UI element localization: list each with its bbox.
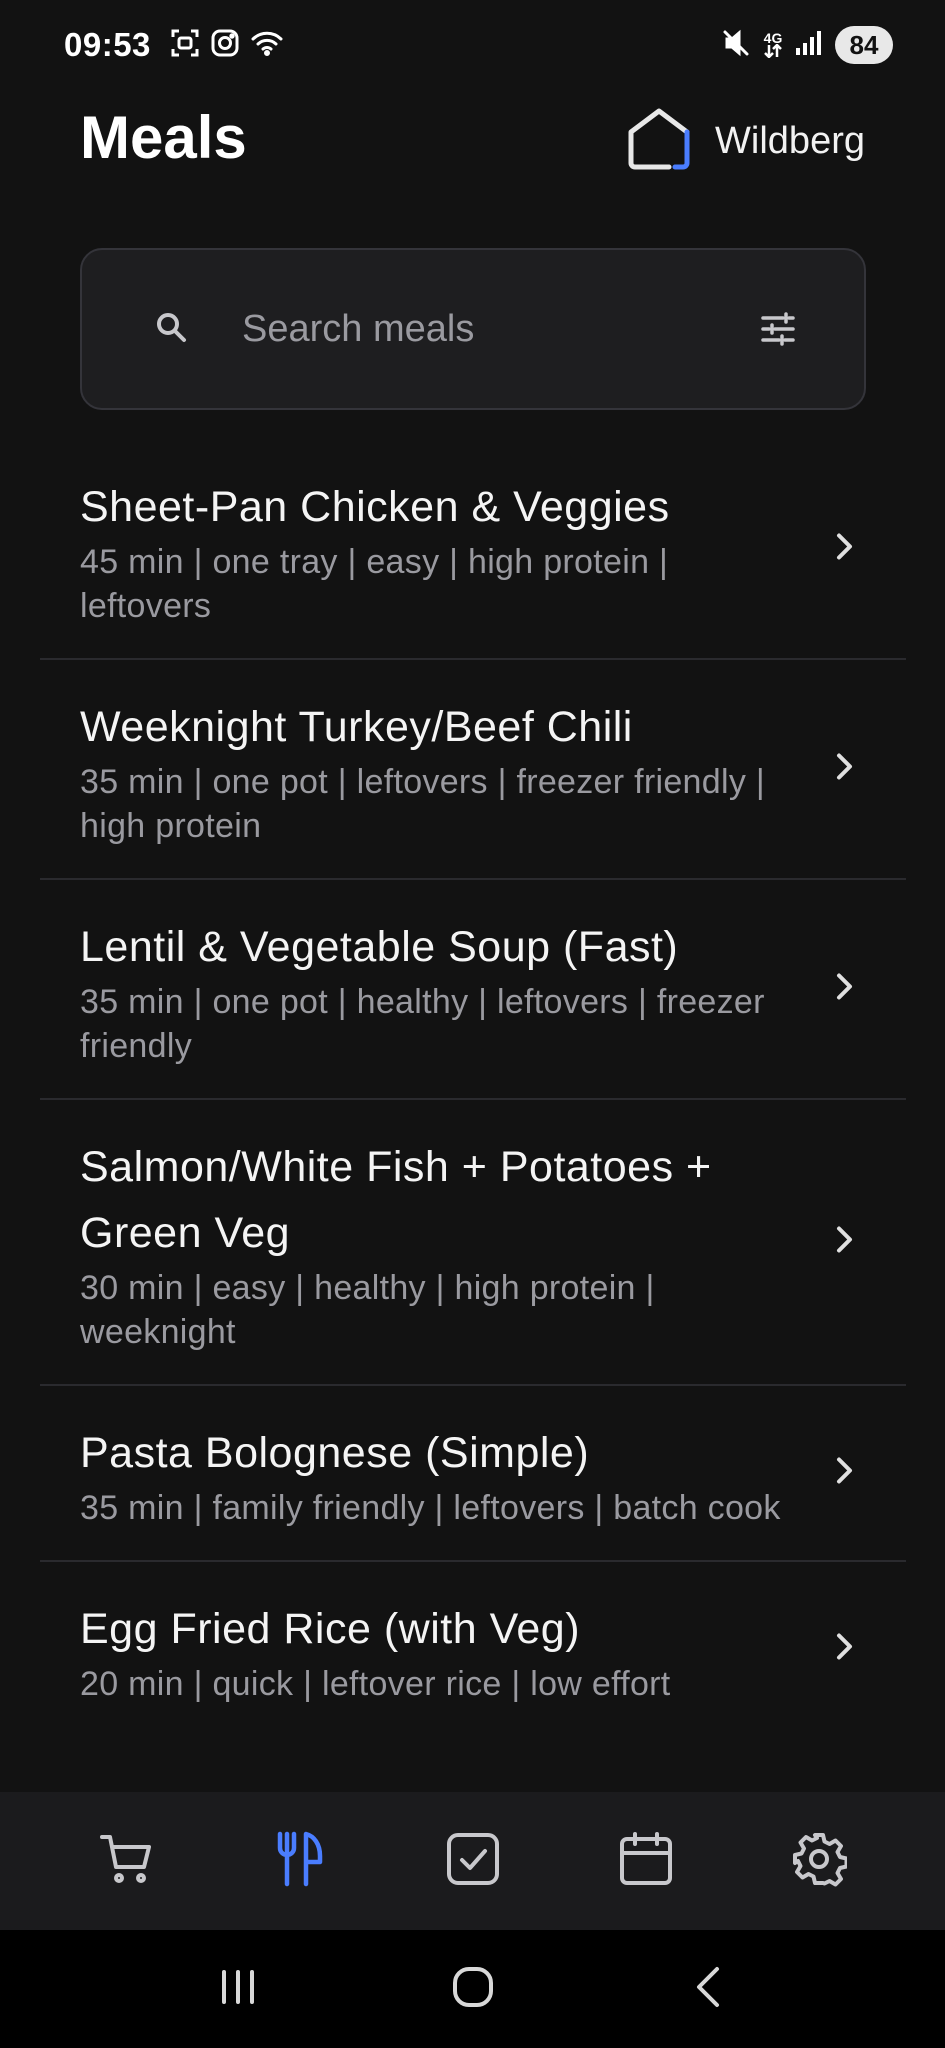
nav-tasks-button[interactable]	[433, 1821, 513, 1901]
house-logo-icon	[625, 106, 695, 177]
chevron-right-icon	[832, 1630, 856, 1669]
nav-settings-button[interactable]	[779, 1821, 859, 1901]
page-title: Meals	[80, 104, 247, 171]
cart-icon	[99, 1833, 155, 1890]
list-item[interactable]: Sheet-Pan Chicken & Veggies 45 min | one…	[40, 440, 906, 660]
meal-tags: 35 min | one pot | leftovers | freezer f…	[80, 763, 766, 845]
instagram-icon	[210, 28, 240, 63]
nav-shopping-button[interactable]	[87, 1821, 167, 1901]
search-input[interactable]: Search meals	[242, 308, 474, 351]
meal-title: Salmon/White Fish + Potatoes + Green Veg	[80, 1143, 712, 1257]
wifi-icon	[250, 28, 284, 63]
meal-tags: 45 min | one tray | easy | high protein …	[80, 543, 669, 625]
meal-title: Sheet-Pan Chicken & Veggies	[80, 483, 670, 531]
search-bar[interactable]: Search meals	[80, 248, 866, 410]
chevron-right-icon	[832, 750, 856, 789]
meals-screen: 09:53 4G 84 Meals Wildberg Search meals …	[0, 0, 945, 2048]
utensils-icon	[274, 1831, 326, 1892]
list-item[interactable]: Lentil & Vegetable Soup (Fast) 35 min | …	[40, 880, 906, 1100]
household-name: Wildberg	[715, 120, 865, 162]
meal-tags: 35 min | family friendly | leftovers | b…	[80, 1489, 781, 1527]
system-navigation-bar	[0, 1930, 945, 2048]
nav-calendar-button[interactable]	[606, 1821, 686, 1901]
meal-title: Lentil & Vegetable Soup (Fast)	[80, 923, 679, 971]
calendar-icon	[618, 1831, 674, 1892]
screenshot-icon	[170, 28, 200, 63]
search-icon	[154, 310, 190, 351]
chevron-right-icon	[832, 530, 856, 569]
checkbox-icon	[445, 1831, 501, 1892]
home-button[interactable]	[433, 1949, 513, 2029]
chevron-right-icon	[832, 1454, 856, 1493]
filter-icon[interactable]	[760, 311, 796, 352]
mute-icon	[721, 28, 751, 63]
status-notification-icons	[170, 28, 284, 63]
meal-title: Pasta Bolognese (Simple)	[80, 1429, 590, 1477]
list-item[interactable]: Pasta Bolognese (Simple) 35 min | family…	[40, 1386, 906, 1562]
list-item[interactable]: Salmon/White Fish + Potatoes + Green Veg…	[40, 1100, 906, 1386]
meal-title: Egg Fried Rice (with Veg)	[80, 1605, 581, 1653]
meal-list: Sheet-Pan Chicken & Veggies 45 min | one…	[40, 440, 906, 1736]
recent-apps-button[interactable]	[198, 1949, 278, 2029]
back-chevron-icon	[693, 1965, 723, 2014]
list-item[interactable]: Weeknight Turkey/Beef Chili 35 min | one…	[40, 660, 906, 880]
chevron-right-icon	[832, 1223, 856, 1262]
meal-tags: 20 min | quick | leftover rice | low eff…	[80, 1665, 671, 1703]
status-time: 09:53	[64, 26, 151, 63]
status-bar: 09:53 4G 84	[0, 0, 945, 94]
nav-meals-button[interactable]	[260, 1821, 340, 1901]
bottom-nav	[0, 1792, 945, 1930]
gear-icon	[791, 1831, 848, 1892]
status-system-icons: 4G 84	[721, 26, 893, 64]
household-brand[interactable]: Wildberg	[625, 106, 865, 177]
meal-title: Weeknight Turkey/Beef Chili	[80, 703, 633, 751]
back-button[interactable]	[668, 1949, 748, 2029]
battery-indicator: 84	[835, 26, 893, 64]
list-item[interactable]: Egg Fried Rice (with Veg) 20 min | quick…	[40, 1562, 906, 1736]
meal-tags: 30 min | easy | healthy | high protein |…	[80, 1269, 655, 1351]
home-icon	[451, 1965, 495, 2014]
meal-tags: 35 min | one pot | healthy | leftovers |…	[80, 983, 765, 1065]
signal-icon	[795, 30, 823, 61]
recent-apps-icon	[218, 1969, 258, 2010]
network-type-icon: 4G	[763, 31, 783, 58]
chevron-right-icon	[832, 970, 856, 1009]
